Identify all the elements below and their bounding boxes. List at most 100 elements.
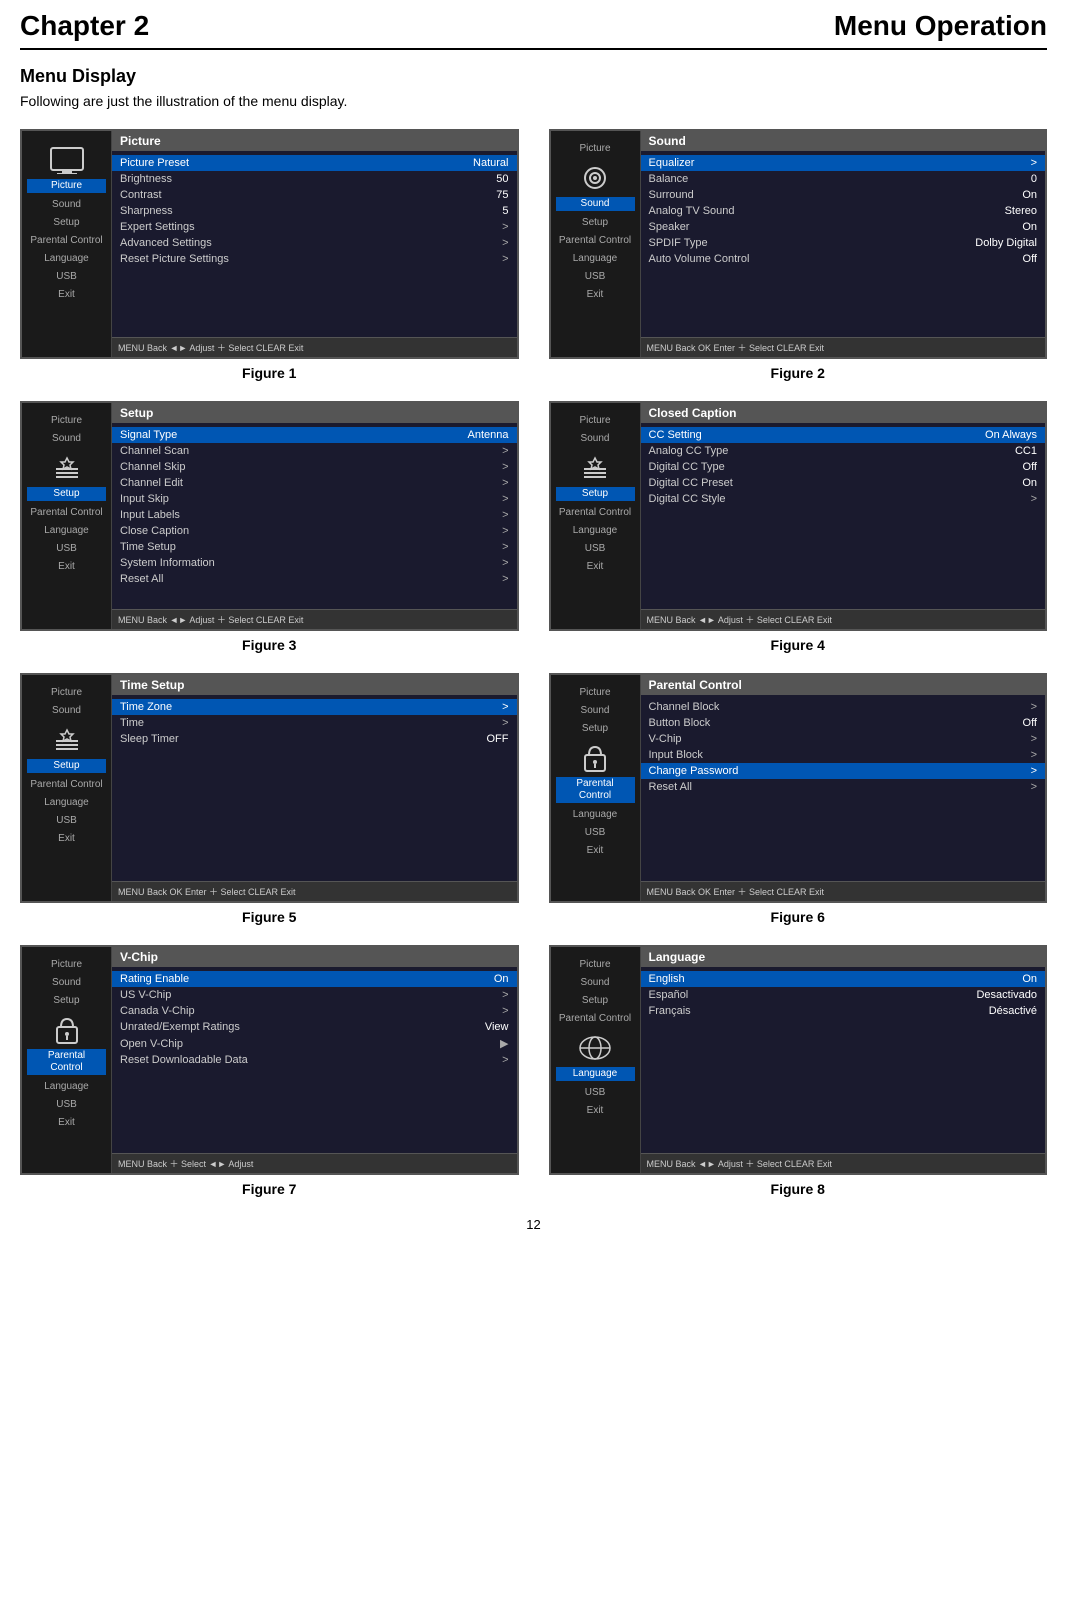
sidebar-item-sound[interactable]: Sound	[27, 703, 106, 719]
menu-row[interactable]: Time>	[112, 715, 517, 731]
sidebar-item-picture[interactable]: Picture	[27, 957, 106, 973]
menu-row[interactable]: Analog TV SoundStereo	[641, 203, 1046, 219]
sidebar-item-language[interactable]: Language	[556, 251, 635, 267]
menu-row[interactable]: Unrated/Exempt RatingsView	[112, 1019, 517, 1035]
menu-row[interactable]: Time Setup>	[112, 539, 517, 555]
sidebar-item-sound[interactable]: Sound	[556, 703, 635, 719]
sidebar-item-setup[interactable]: Setup	[27, 215, 106, 231]
menu-row[interactable]: EnglishOn	[641, 971, 1046, 987]
menu-row[interactable]: Advanced Settings>	[112, 235, 517, 251]
sidebar-item-language[interactable]: Language	[27, 523, 106, 539]
sidebar-item-usb[interactable]: USB	[556, 269, 635, 285]
menu-row[interactable]: Open V-Chip▶	[112, 1035, 517, 1052]
menu-row[interactable]: Digital CC TypeOff	[641, 459, 1046, 475]
menu-row[interactable]: Equalizer>	[641, 155, 1046, 171]
menu-row[interactable]: Reset Downloadable Data>	[112, 1052, 517, 1068]
menu-row[interactable]: CC SettingOn Always	[641, 427, 1046, 443]
sidebar-item-picture[interactable]: Picture	[27, 413, 106, 429]
sidebar-item-usb[interactable]: USB	[556, 541, 635, 557]
menu-row[interactable]: Sleep TimerOFF	[112, 731, 517, 747]
sidebar-item-sound[interactable]: Sound	[556, 431, 635, 447]
menu-row[interactable]: US V-Chip>	[112, 987, 517, 1003]
sidebar-item-parental-control[interactable]: Parental Control	[556, 505, 635, 521]
menu-row[interactable]: Auto Volume ControlOff	[641, 251, 1046, 267]
sidebar-item-setup[interactable]: Setup	[27, 721, 106, 775]
sidebar-item-language[interactable]: Language	[556, 523, 635, 539]
menu-row[interactable]: SurroundOn	[641, 187, 1046, 203]
sidebar-item-exit[interactable]: Exit	[27, 559, 106, 575]
menu-row[interactable]: Reset All>	[112, 571, 517, 587]
menu-row[interactable]: Rating EnableOn	[112, 971, 517, 987]
sidebar-item-exit[interactable]: Exit	[556, 843, 635, 859]
menu-row[interactable]: SPDIF TypeDolby Digital	[641, 235, 1046, 251]
sidebar-item-setup[interactable]: Setup	[27, 449, 106, 503]
sidebar-item-language[interactable]: Language	[556, 1029, 635, 1083]
sidebar-item-sound[interactable]: Sound	[27, 431, 106, 447]
sidebar-item-exit[interactable]: Exit	[27, 831, 106, 847]
sidebar-item-sound[interactable]: Sound	[27, 975, 106, 991]
sidebar-item-usb[interactable]: USB	[27, 813, 106, 829]
menu-row[interactable]: Input Skip>	[112, 491, 517, 507]
menu-row[interactable]: Canada V-Chip>	[112, 1003, 517, 1019]
menu-row[interactable]: Input Labels>	[112, 507, 517, 523]
menu-row[interactable]: Reset Picture Settings>	[112, 251, 517, 267]
sidebar-item-setup[interactable]: Setup	[556, 993, 635, 1009]
sidebar-item-language[interactable]: Language	[556, 807, 635, 823]
menu-row[interactable]: Expert Settings>	[112, 219, 517, 235]
sidebar-item-setup[interactable]: Setup	[556, 721, 635, 737]
menu-row[interactable]: Balance0	[641, 171, 1046, 187]
menu-row[interactable]: Channel Block>	[641, 699, 1046, 715]
menu-row[interactable]: Contrast75	[112, 187, 517, 203]
sidebar-item-picture[interactable]: Picture	[556, 685, 635, 701]
menu-row[interactable]: SpeakerOn	[641, 219, 1046, 235]
menu-row[interactable]: Channel Skip>	[112, 459, 517, 475]
sidebar-item-usb[interactable]: USB	[27, 269, 106, 285]
sidebar-item-picture[interactable]: Picture	[556, 141, 635, 157]
menu-row[interactable]: Signal TypeAntenna	[112, 427, 517, 443]
sidebar-item-exit[interactable]: Exit	[556, 1103, 635, 1119]
sidebar-item-usb[interactable]: USB	[556, 1085, 635, 1101]
sidebar-item-usb[interactable]: USB	[556, 825, 635, 841]
sidebar-item-exit[interactable]: Exit	[556, 287, 635, 303]
menu-row[interactable]: EspañolDesactivado	[641, 987, 1046, 1003]
sidebar-item-language[interactable]: Language	[27, 1079, 106, 1095]
menu-row[interactable]: Sharpness5	[112, 203, 517, 219]
menu-row[interactable]: Analog CC TypeCC1	[641, 443, 1046, 459]
sidebar-item-setup[interactable]: Setup	[556, 449, 635, 503]
sidebar-item-parental-control[interactable]: Parental Control	[27, 233, 106, 249]
sidebar-item-picture[interactable]: Picture	[27, 685, 106, 701]
sidebar-item-exit[interactable]: Exit	[556, 559, 635, 575]
sidebar-item-setup[interactable]: Setup	[556, 215, 635, 231]
menu-row[interactable]: Digital CC PresetOn	[641, 475, 1046, 491]
menu-row[interactable]: FrançaisDésactivé	[641, 1003, 1046, 1019]
sidebar-item-language[interactable]: Language	[27, 251, 106, 267]
sidebar-item-parental-control[interactable]: Parental Control	[556, 1011, 635, 1027]
sidebar-item-setup[interactable]: Setup	[27, 993, 106, 1009]
sidebar-item-sound[interactable]: Sound	[27, 197, 106, 213]
sidebar-item-exit[interactable]: Exit	[27, 1115, 106, 1131]
menu-row[interactable]: Channel Edit>	[112, 475, 517, 491]
sidebar-item-usb[interactable]: USB	[27, 541, 106, 557]
menu-row[interactable]: Reset All>	[641, 779, 1046, 795]
sidebar-item-picture[interactable]: Picture	[556, 957, 635, 973]
sidebar-item-exit[interactable]: Exit	[27, 287, 106, 303]
sidebar-item-language[interactable]: Language	[27, 795, 106, 811]
sidebar-item-parental-control[interactable]: Parental Control	[27, 777, 106, 793]
sidebar-item-parental-control[interactable]: Parental Control	[27, 1011, 106, 1077]
menu-row[interactable]: V-Chip>	[641, 731, 1046, 747]
menu-row[interactable]: Digital CC Style>	[641, 491, 1046, 507]
menu-row[interactable]: Time Zone>	[112, 699, 517, 715]
sidebar-item-sound[interactable]: Sound	[556, 975, 635, 991]
sidebar-item-parental-control[interactable]: Parental Control	[556, 233, 635, 249]
sidebar-item-parental-control[interactable]: Parental Control	[556, 739, 635, 805]
sidebar-item-picture[interactable]: Picture	[27, 141, 106, 195]
menu-row[interactable]: Change Password>	[641, 763, 1046, 779]
menu-row[interactable]: Button BlockOff	[641, 715, 1046, 731]
menu-row[interactable]: Close Caption>	[112, 523, 517, 539]
sidebar-item-sound[interactable]: Sound	[556, 159, 635, 213]
menu-row[interactable]: Brightness50	[112, 171, 517, 187]
menu-row[interactable]: Channel Scan>	[112, 443, 517, 459]
sidebar-item-parental-control[interactable]: Parental Control	[27, 505, 106, 521]
sidebar-item-picture[interactable]: Picture	[556, 413, 635, 429]
sidebar-item-usb[interactable]: USB	[27, 1097, 106, 1113]
